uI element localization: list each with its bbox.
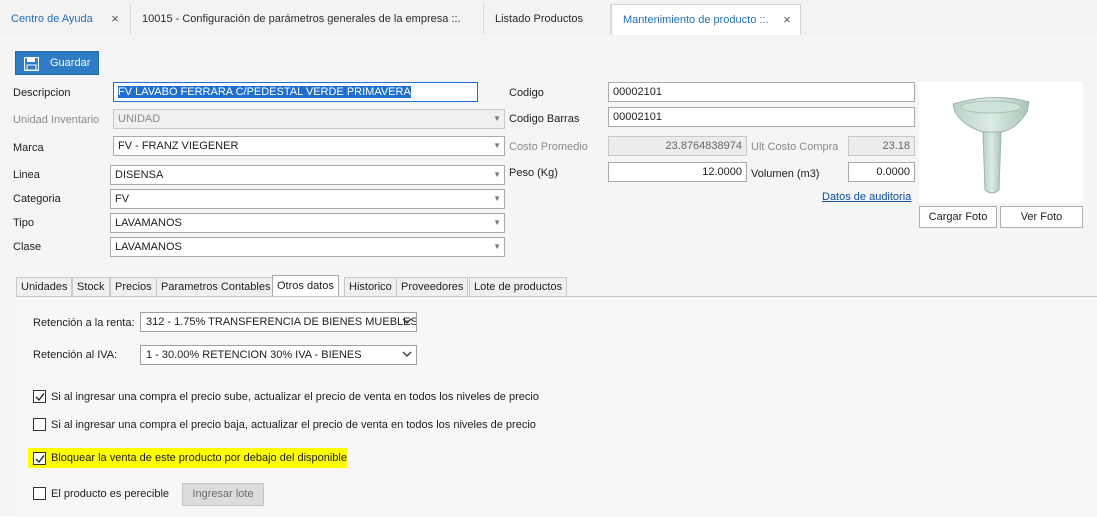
chevron-down-icon [402,318,412,324]
save-button[interactable]: Guardar [15,51,99,75]
chevron-down-icon[interactable]: ▼ [493,166,501,184]
peso-label: Peso (Kg) [509,167,558,179]
perecible-label: El producto es perecible [51,488,170,500]
tab-label: Mantenimiento de producto ::. [623,14,769,26]
tipo-label: Tipo [13,217,34,229]
tab-stock[interactable]: Stock [72,277,110,296]
marca-value: FV - FRANZ VIEGENER [118,140,239,152]
volumen-label: Volumen (m3) [751,168,820,180]
codigo-input[interactable]: 00002101 [608,82,915,102]
retencion-iva-select[interactable]: 1 - 30.00% RETENCION 30% IVA - BIENES [140,345,417,365]
tab-parametros-contables[interactable]: Parametros Contables [156,277,276,296]
retencion-renta-select[interactable]: 312 - 1.75% TRANSFERENCIA DE BIENES MUEB… [140,312,417,332]
save-label: Guardar [50,57,91,69]
ver-foto-button[interactable]: Ver Foto [1000,206,1083,228]
chevron-down-icon[interactable]: ▼ [493,137,501,155]
precio-baja-checkbox[interactable] [33,418,46,431]
ult-costo-field: 23.18 [848,136,915,156]
costo-promedio-label: Costo Promedio [509,141,588,153]
categoria-value: FV [115,193,130,205]
codigo-barras-input[interactable]: 00002101 [608,107,915,127]
categoria-select[interactable]: FV ▼ [110,189,505,209]
perecible-checkbox[interactable] [33,487,46,500]
descripcion-label: Descripcion [13,87,71,99]
tab-otros-datos[interactable]: Otros datos [272,275,339,297]
tab-label: Centro de Ayuda [11,13,93,25]
retencion-iva-value: 1 - 30.00% RETENCION 30% IVA - BIENES [146,349,362,361]
codigo-barras-label: Codigo Barras [509,113,580,125]
ingresar-lote-button: Ingresar lote [182,483,264,506]
tab-lote-productos[interactable]: Lote de productos [469,277,568,296]
tab-unidades[interactable]: Unidades [16,277,73,296]
tab-mantenimiento-producto[interactable]: Mantenimiento de producto ::. × [611,4,801,35]
codigo-label: Codigo [509,87,544,99]
linea-label: Linea [13,169,40,181]
checkmark-icon [35,393,45,402]
clase-label: Clase [13,241,42,253]
tab-label: 10015 - Configuración de parámetros gene… [142,13,461,25]
pedestal-sink-image [952,96,1030,194]
close-icon[interactable]: × [780,5,794,35]
chevron-down-icon[interactable]: ▼ [493,238,501,256]
tab-centro-de-ayuda[interactable]: Centro de Ayuda × [0,4,131,34]
peso-input[interactable]: 12.0000 [608,162,747,182]
tipo-value: LAVAMANOS [115,217,182,229]
chevron-down-icon[interactable]: ▼ [493,190,501,208]
close-icon[interactable]: × [108,4,122,34]
bloquear-venta-label: Bloquear la venta de este producto por d… [51,452,347,464]
checkmark-icon [35,455,45,464]
tab-historico[interactable]: Historico [344,277,397,296]
floppy-disk-icon [24,57,39,71]
retencion-renta-label: Retención a la renta: [33,317,135,329]
tab-listado-productos[interactable]: Listado Productos [484,4,611,34]
chevron-down-icon [402,351,412,357]
descripcion-value: FV LAVABO FERRARA C/PEDESTAL VERDE PRIMA… [118,86,411,98]
cargar-foto-button[interactable]: Cargar Foto [919,206,997,228]
retencion-iva-label: Retención al IVA: [33,349,118,361]
costo-promedio-field: 23.8764838974 [608,136,747,156]
tab-proveedores[interactable]: Proveedores [396,277,469,296]
volumen-input[interactable]: 0.0000 [848,162,915,182]
ult-costo-label: Ult Costo Compra [751,141,839,153]
unidad-select: UNIDAD ▼ [113,109,505,129]
product-photo [919,82,1083,203]
unidad-value: UNIDAD [118,113,161,125]
clase-select[interactable]: LAVAMANOS ▼ [110,237,505,257]
tab-precios[interactable]: Precios [110,277,157,296]
chevron-down-icon[interactable]: ▼ [493,214,501,232]
chevron-down-icon: ▼ [493,114,501,123]
tipo-select[interactable]: LAVAMANOS ▼ [110,213,505,233]
datos-auditoria-link[interactable]: Datos de auditoria [822,191,911,203]
marca-select[interactable]: FV - FRANZ VIEGENER ▼ [113,136,505,156]
unidad-label: Unidad Inventario [13,114,100,126]
bloquear-venta-checkbox[interactable] [33,452,46,465]
precio-baja-label: Si al ingresar una compra el precio baja… [51,419,536,431]
tab-configuracion-parametros[interactable]: 10015 - Configuración de parámetros gene… [131,4,484,34]
precio-sube-checkbox[interactable] [33,390,46,403]
precio-sube-label: Si al ingresar una compra el precio sube… [51,391,539,403]
linea-select[interactable]: DISENSA ▼ [110,165,505,185]
linea-value: DISENSA [115,169,164,181]
descripcion-input[interactable]: FV LAVABO FERRARA C/PEDESTAL VERDE PRIMA… [113,82,478,102]
categoria-label: Categoria [13,193,61,205]
clase-value: LAVAMANOS [115,241,182,253]
marca-label: Marca [13,142,44,154]
document-tab-strip: Centro de Ayuda × 10015 - Configuración … [0,0,1097,36]
retencion-renta-value: 312 - 1.75% TRANSFERENCIA DE BIENES MUEB… [146,316,417,328]
tab-label: Listado Productos [495,13,584,25]
